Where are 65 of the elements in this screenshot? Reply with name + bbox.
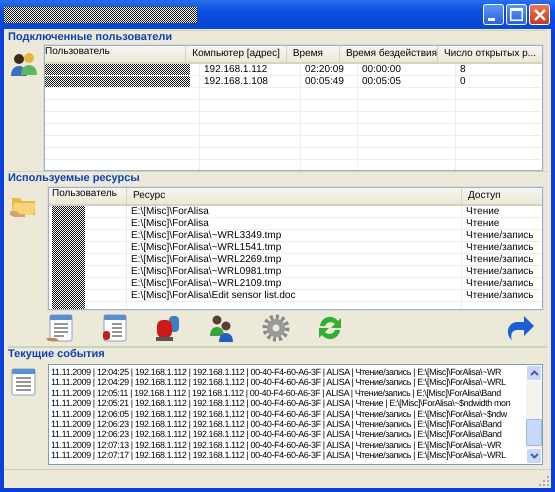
section-heading: Используемые ресурсы <box>8 172 141 185</box>
redacted-block <box>52 278 85 290</box>
log-line: 11.11.2009 | 12:07:17 | 192.168.1.112 | 192.168.1.112 | 00-40-F4-60-A6-3F | ALISA | Чтение/запись | E:\[Misc]\ForAlisa\~WRL <box>51 450 506 461</box>
table-cell: E:\[Misc]\ForAlisa\~WRL2109.tmp <box>127 278 462 289</box>
log-line: 11.11.2009 | 12:05:21 | 192.168.1.112 | 192.168.1.112 | 00-40-F4-60-A6-3F | ALISA | Чтение | E:\[Misc]\ForAlisa\~$ndwidth mon <box>51 398 510 409</box>
gear-icon <box>260 312 292 344</box>
redacted-block <box>52 230 85 242</box>
table-cell: E:\[Misc]\ForAlisa <box>127 206 462 217</box>
close-icon <box>534 8 546 20</box>
maximize-icon <box>510 8 523 21</box>
table-cell-text: Чтение <box>465 206 500 217</box>
table-cell: E:\[Misc]\ForAlisa\~WRL0981.tmp <box>127 266 462 277</box>
table-cell: 192.168.1.108 <box>200 76 301 87</box>
redacted-block <box>52 206 85 218</box>
table-cell-text: Чтение/запись <box>465 242 534 253</box>
table-cell-text: Чтение/запись <box>465 230 534 241</box>
column-header[interactable]: Пользователь <box>45 46 186 62</box>
table-cell-text: 8 <box>459 64 467 75</box>
column-header[interactable]: Число открытых р... <box>438 46 542 62</box>
document-icon <box>10 367 38 397</box>
column-header[interactable]: Доступ <box>462 188 542 204</box>
table-cell: E:\[Misc]\ForAlisa\~WRL2269.tmp <box>127 254 462 265</box>
table-cell: E:\[Misc]\ForAlisa\~WRL1541.tmp <box>127 242 462 253</box>
scroll-up-icon <box>530 370 538 376</box>
log-line: 11.11.2009 | 12:07:13 | 192.168.1.112 | 192.168.1.112 | 00-40-F4-60-A6-3F | ALISA | Чтение/запись | E:\[Misc]\ForAlisa\~WR <box>51 440 502 450</box>
users-icon <box>10 50 38 78</box>
table-cell: E:\[Misc]\ForAlisa\~WRL3349.tmp <box>127 230 462 241</box>
minimize-icon <box>488 18 494 21</box>
column-header[interactable]: Время бездействия <box>340 46 438 62</box>
table-cell: 00:05:49 <box>301 76 358 87</box>
table-cell-text: Чтение/запись <box>465 290 534 301</box>
column-header[interactable]: Пользователь <box>49 188 127 204</box>
column-header[interactable]: Ресурс <box>127 188 462 204</box>
table-cell-text: Чтение/запись <box>465 254 534 265</box>
table-cell-text: Чтение/запись <box>465 278 534 289</box>
table-cell: 00:05:05 <box>358 76 456 87</box>
log-line: 11.11.2009 | 12:04:29 | 192.168.1.112 | 192.168.1.112 | 00-40-F4-60-A6-3F | ALISA | Чтение/запись | E:\[Misc]\ForAlisa\~WRL <box>51 377 506 388</box>
table-cell: 02:20:09 <box>301 64 358 75</box>
section-heading: Подключенные пользователи <box>8 31 174 44</box>
scroll-thumb[interactable] <box>526 419 542 446</box>
log-line: 11.11.2009 | 12:06:23 | 192.168.1.112 | 192.168.1.112 | 00-40-F4-60-A6-3F | ALISA | Чтение/запись | E:\[Misc]\ForAlisa\Band <box>51 418 502 430</box>
resize-grip-icon <box>539 476 549 486</box>
table-cell-text: Чтение/запись <box>465 266 534 277</box>
table-cell: 192.168.1.112 <box>200 64 301 75</box>
redacted-block <box>52 254 85 266</box>
log-line: 11.11.2009 | 12:06:23 | 192.168.1.112 | 192.168.1.112 | 00-40-F4-60-A6-3F | ALISA | Чтение/запись | E:\[Misc]\ForAlisa\Band <box>51 429 502 440</box>
redacted-block <box>52 218 85 230</box>
column-header[interactable]: Время <box>286 46 340 62</box>
maximize-button[interactable] <box>506 4 527 25</box>
redacted-block <box>52 266 85 278</box>
section-heading: Текущие события <box>8 348 106 361</box>
column-header[interactable]: Компьютер [адрес] <box>186 46 287 62</box>
log-line: 11.11.2009 | 12:04:25 | 192.168.1.112 | 192.168.1.112 | 00-40-F4-60-A6-3F | ALISA | Чтение/запись | E:\[Misc]\ForAlisa\~WR <box>51 367 502 378</box>
table-cell-text: 0 <box>459 76 467 87</box>
minimize-button[interactable] <box>483 4 504 25</box>
redacted-block <box>52 242 85 254</box>
table-cell-text: Чтение <box>465 218 500 229</box>
log-line: 11.11.2009 | 12:06:05 | 192.168.1.112 | 192.168.1.112 | 00-40-F4-60-A6-3F | ALISA | Чтение/запись | E:\[Misc]\ForAlisa\~$ndw <box>51 408 507 419</box>
scroll-down-icon <box>530 453 538 459</box>
table-cell: E:\[Misc]\ForAlisa <box>127 218 462 229</box>
log-line: 11.11.2009 | 12:05:11 | 192.168.1.112 | 192.168.1.112 | 00-40-F4-60-A6-3F | ALISA | Чтение/запись | E:\[Misc]\ForAlisa\Band <box>51 388 501 398</box>
close-button[interactable] <box>529 4 550 25</box>
scrollbar[interactable] <box>526 365 542 464</box>
table-cell: 00:00:00 <box>358 64 456 75</box>
table-cell: E:\[Misc]\ForAlisa\Edit sensor list.doc <box>127 290 462 301</box>
